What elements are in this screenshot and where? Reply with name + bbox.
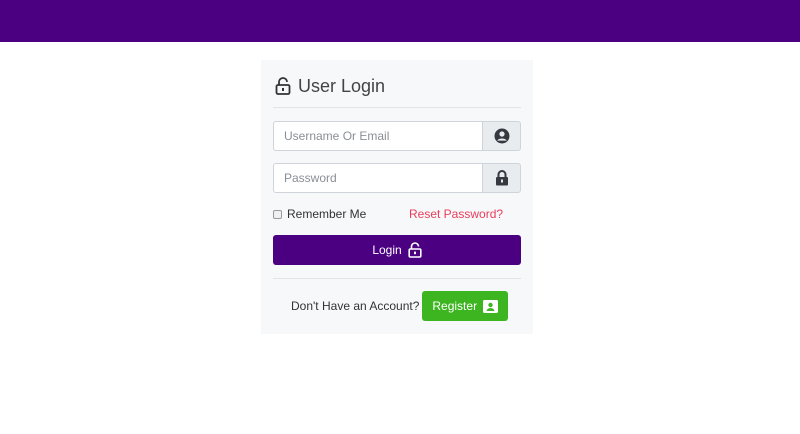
login-button-label: Login [372, 243, 402, 257]
password-field-group [273, 163, 521, 193]
footer-divider [273, 278, 521, 279]
lock-icon [495, 170, 508, 186]
top-header-bar [0, 0, 800, 42]
password-input[interactable] [273, 163, 482, 193]
login-title: User Login [275, 74, 385, 98]
login-card: User Login Remember Me Reset Password? L [261, 60, 533, 334]
lock-open-icon [408, 242, 422, 258]
title-divider [273, 107, 521, 108]
remember-checkbox-box[interactable] [273, 209, 282, 219]
id-card-icon [483, 299, 499, 313]
register-row: Don't Have an Account? Register [291, 291, 509, 321]
remember-me-checkbox[interactable]: Remember Me [273, 207, 366, 221]
lock-open-icon [275, 77, 291, 95]
register-button-label: Register [432, 299, 478, 313]
login-title-text: User Login [298, 75, 386, 96]
register-button[interactable]: Register [422, 291, 509, 321]
login-button[interactable]: Login [273, 235, 521, 265]
password-addon [482, 163, 521, 193]
username-input[interactable] [273, 121, 482, 151]
no-account-text: Don't Have an Account? [291, 299, 420, 313]
username-field-group [273, 121, 521, 151]
remember-me-label: Remember Me [287, 207, 367, 221]
reset-password-link[interactable]: Reset Password? [409, 207, 503, 221]
username-addon [482, 121, 521, 151]
user-circle-icon [494, 128, 509, 144]
